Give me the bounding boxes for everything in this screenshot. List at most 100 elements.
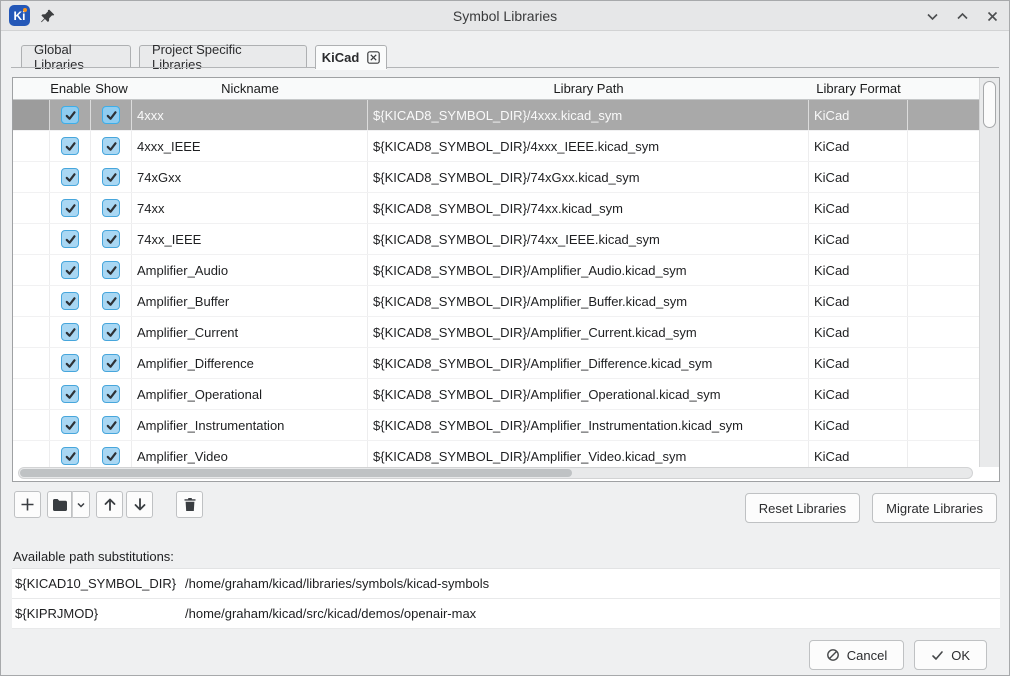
row-filler-cell [908, 441, 979, 468]
browse-library-dropdown[interactable] [72, 491, 90, 518]
show-checkbox[interactable] [102, 447, 120, 465]
show-checkbox[interactable] [102, 199, 120, 217]
table-row[interactable]: 4xxx${KICAD8_SYMBOL_DIR}/4xxx.kicad_symK… [13, 100, 979, 131]
enable-checkbox[interactable] [61, 168, 79, 186]
show-checkbox[interactable] [102, 261, 120, 279]
enable-checkbox[interactable] [61, 230, 79, 248]
library-path-cell: ${KICAD8_SYMBOL_DIR}/Amplifier_Current.k… [368, 317, 809, 347]
enable-cell [50, 100, 91, 130]
column-header-enable[interactable]: Enable [50, 78, 91, 99]
show-checkbox[interactable] [102, 137, 120, 155]
row-header-cell[interactable] [13, 348, 50, 378]
show-checkbox[interactable] [102, 106, 120, 124]
delete-library-button[interactable] [176, 491, 203, 518]
table-row[interactable]: 74xx${KICAD8_SYMBOL_DIR}/74xx.kicad_symK… [13, 193, 979, 224]
enable-checkbox[interactable] [61, 137, 79, 155]
row-header-cell[interactable] [13, 224, 50, 254]
row-header-cell[interactable] [13, 410, 50, 440]
row-header-cell[interactable] [13, 441, 50, 468]
column-header-nickname[interactable]: Nickname [132, 78, 368, 99]
move-down-button[interactable] [126, 491, 153, 518]
table-row[interactable]: 74xGxx${KICAD8_SYMBOL_DIR}/74xGxx.kicad_… [13, 162, 979, 193]
ok-button[interactable]: OK [914, 640, 987, 670]
cancel-button[interactable]: Cancel [809, 640, 904, 670]
tab-label: Project Specific Libraries [152, 42, 294, 72]
migrate-libraries-button[interactable]: Migrate Libraries [872, 493, 997, 523]
library-path-cell: ${KICAD8_SYMBOL_DIR}/74xGxx.kicad_sym [368, 162, 809, 192]
row-header-cell[interactable] [13, 193, 50, 223]
show-checkbox[interactable] [102, 168, 120, 186]
horizontal-scrollbar[interactable] [18, 467, 973, 479]
add-library-button[interactable] [14, 491, 41, 518]
row-header-cell[interactable] [13, 286, 50, 316]
column-header-library-path[interactable]: Library Path [368, 78, 809, 99]
nickname-cell: Amplifier_Difference [132, 348, 368, 378]
table-row[interactable]: 4xxx_IEEE${KICAD8_SYMBOL_DIR}/4xxx_IEEE.… [13, 131, 979, 162]
show-cell [91, 193, 132, 223]
minimize-icon[interactable] [921, 5, 943, 27]
library-path-cell: ${KICAD8_SYMBOL_DIR}/4xxx.kicad_sym [368, 100, 809, 130]
window-title: Symbol Libraries [1, 1, 1009, 31]
plus-icon [20, 497, 35, 512]
enable-cell [50, 162, 91, 192]
row-header-cell[interactable] [13, 100, 50, 130]
row-header-cell[interactable] [13, 317, 50, 347]
row-filler-cell [908, 348, 979, 378]
show-checkbox[interactable] [102, 416, 120, 434]
enable-checkbox[interactable] [61, 385, 79, 403]
table-row[interactable]: Amplifier_Video${KICAD8_SYMBOL_DIR}/Ampl… [13, 441, 979, 468]
reset-libraries-button[interactable]: Reset Libraries [745, 493, 860, 523]
library-path-cell: ${KICAD8_SYMBOL_DIR}/Amplifier_Video.kic… [368, 441, 809, 468]
substitution-row: ${KIPRJMOD}/home/graham/kicad/src/kicad/… [12, 599, 1000, 629]
show-checkbox[interactable] [102, 354, 120, 372]
row-filler-cell [908, 379, 979, 409]
close-icon[interactable] [981, 5, 1003, 27]
enable-checkbox[interactable] [61, 199, 79, 217]
tab-project-specific-libraries[interactable]: Project Specific Libraries [139, 45, 307, 68]
browse-library-button[interactable] [47, 491, 72, 518]
folder-icon [52, 498, 68, 512]
column-header-library-format[interactable]: Library Format [809, 78, 908, 99]
show-cell [91, 255, 132, 285]
title-bar: Ki Symbol Libraries [1, 1, 1009, 31]
table-row[interactable]: Amplifier_Instrumentation${KICAD8_SYMBOL… [13, 410, 979, 441]
enable-checkbox[interactable] [61, 323, 79, 341]
show-checkbox[interactable] [102, 323, 120, 341]
enable-checkbox[interactable] [61, 106, 79, 124]
tab-kicad[interactable]: KiCad [315, 45, 387, 69]
table-row[interactable]: Amplifier_Current${KICAD8_SYMBOL_DIR}/Am… [13, 317, 979, 348]
enable-checkbox[interactable] [61, 261, 79, 279]
column-header-show[interactable]: Show [91, 78, 132, 99]
vertical-scrollbar[interactable] [979, 78, 999, 467]
table-row[interactable]: Amplifier_Audio${KICAD8_SYMBOL_DIR}/Ampl… [13, 255, 979, 286]
enable-checkbox[interactable] [61, 416, 79, 434]
cancel-label: Cancel [847, 648, 887, 663]
library-format-cell: KiCad [809, 317, 908, 347]
enable-checkbox[interactable] [61, 292, 79, 310]
row-header-cell[interactable] [13, 162, 50, 192]
horizontal-scrollbar-thumb[interactable] [20, 469, 572, 477]
enable-checkbox[interactable] [61, 354, 79, 372]
maximize-icon[interactable] [951, 5, 973, 27]
move-up-button[interactable] [96, 491, 123, 518]
table-row[interactable]: 74xx_IEEE${KICAD8_SYMBOL_DIR}/74xx_IEEE.… [13, 224, 979, 255]
row-header-cell[interactable] [13, 131, 50, 161]
table-row[interactable]: Amplifier_Operational${KICAD8_SYMBOL_DIR… [13, 379, 979, 410]
library-path-cell: ${KICAD8_SYMBOL_DIR}/Amplifier_Instrumen… [368, 410, 809, 440]
table-row[interactable]: Amplifier_Difference${KICAD8_SYMBOL_DIR}… [13, 348, 979, 379]
show-checkbox[interactable] [102, 292, 120, 310]
show-checkbox[interactable] [102, 230, 120, 248]
row-header-cell[interactable] [13, 255, 50, 285]
tab-global-libraries[interactable]: Global Libraries [21, 45, 131, 68]
enable-cell [50, 193, 91, 223]
nickname-cell: Amplifier_Operational [132, 379, 368, 409]
tab-close-icon[interactable] [367, 51, 380, 64]
library-path-cell: ${KICAD8_SYMBOL_DIR}/Amplifier_Differenc… [368, 348, 809, 378]
vertical-scrollbar-thumb[interactable] [983, 81, 996, 128]
row-header-cell[interactable] [13, 379, 50, 409]
enable-checkbox[interactable] [61, 447, 79, 465]
show-checkbox[interactable] [102, 385, 120, 403]
nickname-cell: 74xx [132, 193, 368, 223]
table-row[interactable]: Amplifier_Buffer${KICAD8_SYMBOL_DIR}/Amp… [13, 286, 979, 317]
substitution-row: ${KICAD10_SYMBOL_DIR}/home/graham/kicad/… [12, 569, 1000, 599]
